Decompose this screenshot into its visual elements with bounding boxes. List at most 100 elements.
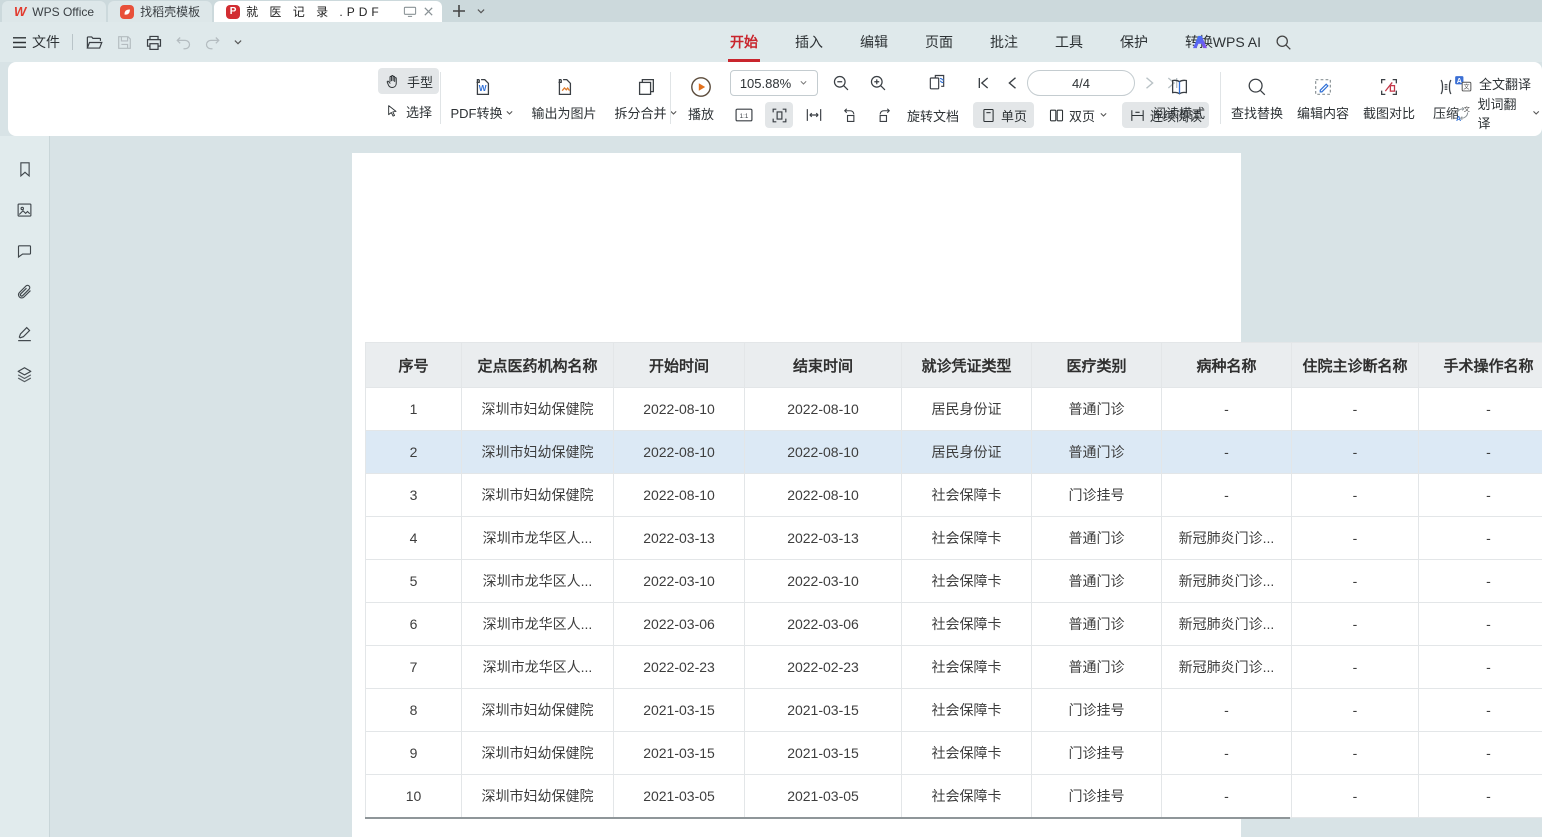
table-cell: 社会保障卡	[902, 646, 1032, 689]
zoom-level-select[interactable]: 105.88%	[730, 70, 818, 96]
column-header: 结束时间	[745, 343, 902, 388]
divider	[440, 72, 441, 124]
pdf-convert-label: PDF转换	[450, 103, 502, 122]
table-cell: -	[1419, 517, 1542, 560]
attachments-panel-button[interactable]	[14, 281, 36, 303]
present-monitor-icon[interactable]	[403, 5, 417, 18]
menu-protect[interactable]: 保护	[1118, 30, 1150, 54]
select-tool-button[interactable]: 选择	[378, 98, 439, 124]
export-image-label: 输出为图片	[531, 103, 596, 122]
menu-comment[interactable]: 批注	[988, 30, 1020, 54]
thumbnails-panel-button[interactable]	[14, 199, 36, 221]
rotate-document-label: 旋转文档	[907, 106, 959, 125]
print-button[interactable]	[145, 34, 163, 51]
table-cell: 深圳市妇幼保健院	[462, 388, 614, 431]
table-cell: -	[1162, 689, 1292, 732]
pen-icon	[15, 324, 34, 343]
redo-button[interactable]	[204, 35, 221, 50]
save-button[interactable]	[116, 34, 133, 51]
pdf-file-icon: P	[226, 5, 240, 19]
menu-edit[interactable]: 编辑	[858, 30, 890, 54]
read-mode-label: 阅读模式	[1153, 103, 1205, 122]
menu-page[interactable]: 页面	[923, 30, 955, 54]
quick-access-chevron-icon[interactable]	[233, 39, 243, 46]
continuous-reading-icon	[1129, 107, 1146, 124]
svg-text:A: A	[1457, 77, 1462, 84]
find-replace-label: 查找替换	[1231, 103, 1283, 122]
signature-panel-button[interactable]	[14, 322, 36, 344]
fit-page-button[interactable]	[765, 102, 793, 128]
table-cell: -	[1162, 388, 1292, 431]
workspace: 序号定点医药机构名称开始时间结束时间就诊凭证类型医疗类别病种名称住院主诊断名称手…	[0, 136, 1542, 837]
menu-tools[interactable]: 工具	[1053, 30, 1085, 54]
find-replace-button[interactable]: 查找替换	[1226, 68, 1288, 130]
rotate-right-button[interactable]	[870, 102, 898, 128]
bookmarks-panel-button[interactable]	[14, 158, 36, 180]
screenshot-compare-button[interactable]: 截图对比	[1358, 68, 1420, 130]
column-header: 定点医药机构名称	[462, 343, 614, 388]
new-tab-button[interactable]	[452, 4, 466, 18]
table-cell: 9	[366, 732, 462, 775]
layers-panel-button[interactable]	[14, 363, 36, 385]
full-translate-label: 全文翻译	[1479, 74, 1531, 93]
word-translate-button[interactable]: A 文 划词翻译	[1451, 100, 1542, 126]
export-image-icon	[553, 76, 575, 98]
actual-size-button[interactable]: 1:1	[730, 102, 758, 128]
page-indicator-input[interactable]: 4/4	[1027, 70, 1135, 96]
svg-text:A: A	[1456, 115, 1461, 122]
zoom-out-button[interactable]	[827, 70, 855, 96]
double-page-button[interactable]: 双页	[1041, 102, 1115, 128]
table-bottom-border	[365, 817, 1290, 819]
hand-tool-button[interactable]: 手型	[378, 68, 439, 94]
table-cell: 2021-03-15	[614, 689, 745, 732]
rotate-document-button[interactable]: 旋转文档	[905, 102, 966, 128]
table-cell: 2022-03-06	[745, 603, 902, 646]
fit-width-button[interactable]	[800, 102, 828, 128]
play-button[interactable]: 播放	[676, 68, 726, 130]
chevron-down-icon	[1099, 112, 1108, 118]
file-menu-button[interactable]: 文件	[12, 32, 60, 52]
previous-page-button[interactable]	[1006, 76, 1018, 90]
menu-insert[interactable]: 插入	[793, 30, 825, 54]
column-header: 就诊凭证类型	[902, 343, 1032, 388]
undo-button[interactable]	[175, 35, 192, 50]
rotate-left-button[interactable]	[835, 102, 863, 128]
single-page-icon	[980, 107, 997, 124]
split-merge-button[interactable]: 拆分合并	[610, 68, 682, 130]
edit-content-icon	[1312, 76, 1334, 98]
single-page-button[interactable]: 单页	[973, 102, 1034, 128]
wps-ai-button[interactable]: WPS AI	[1192, 34, 1261, 50]
refresh-pages-icon[interactable]	[923, 70, 951, 96]
document-viewport[interactable]: 序号定点医药机构名称开始时间结束时间就诊凭证类型医疗类别病种名称住院主诊断名称手…	[51, 136, 1542, 837]
chevron-down-icon	[505, 110, 514, 116]
table-row: 8深圳市妇幼保健院2021-03-152021-03-15社会保障卡门诊挂号--…	[366, 689, 1542, 732]
table-cell: -	[1292, 388, 1419, 431]
play-label: 播放	[688, 104, 714, 123]
first-page-button[interactable]	[976, 76, 991, 90]
column-header: 病种名称	[1162, 343, 1292, 388]
full-text-translate-button[interactable]: A 文 全文翻译	[1451, 70, 1542, 96]
column-header: 住院主诊断名称	[1292, 343, 1419, 388]
toolbar-panel: 手型 选择 W PDF转换	[8, 62, 1542, 136]
pdf-convert-icon: W	[471, 76, 493, 98]
tab-label: 找稻壳模板	[140, 3, 200, 20]
edit-content-button[interactable]: 编辑内容	[1292, 68, 1354, 130]
table-cell: 普通门诊	[1032, 646, 1162, 689]
pdf-convert-button[interactable]: W PDF转换	[446, 68, 518, 130]
read-mode-button[interactable]: 阅读模式	[1148, 68, 1210, 130]
open-file-button[interactable]	[85, 34, 104, 51]
export-as-image-button[interactable]: 输出为图片	[526, 68, 602, 130]
zoom-level-value: 105.88%	[740, 76, 791, 91]
table-cell: 2022-03-06	[614, 603, 745, 646]
tab-wps-office[interactable]: W WPS Office	[2, 1, 106, 22]
table-row: 5深圳市龙华区人...2022-03-102022-03-10社会保障卡普通门诊…	[366, 560, 1542, 603]
table-cell: 7	[366, 646, 462, 689]
tab-document[interactable]: P 就 医 记 录 .PDF	[214, 1, 442, 22]
close-tab-icon[interactable]	[423, 6, 434, 17]
tab-list-chevron-icon[interactable]	[476, 8, 486, 15]
tab-docer-templates[interactable]: 找稻壳模板	[108, 1, 212, 22]
zoom-in-button[interactable]	[864, 70, 892, 96]
menubar-search-icon[interactable]	[1275, 34, 1292, 51]
comments-panel-button[interactable]	[14, 240, 36, 262]
menu-home[interactable]: 开始	[728, 30, 760, 54]
